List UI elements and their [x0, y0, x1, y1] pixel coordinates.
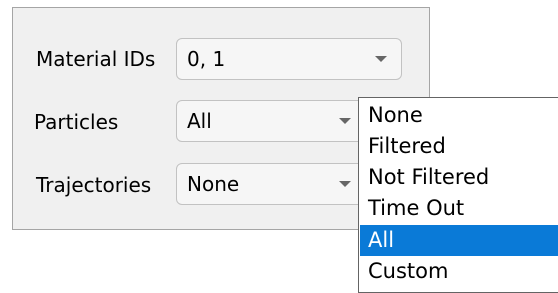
particles-value: All — [187, 109, 212, 133]
dropdown-option-not-filtered[interactable]: Not Filtered — [360, 162, 558, 193]
material-ids-combobox[interactable]: 0, 1 — [176, 38, 402, 80]
trajectories-combobox[interactable]: None — [176, 163, 366, 205]
particles-label: Particles — [34, 110, 119, 134]
chevron-down-icon — [375, 56, 387, 62]
chevron-down-icon — [339, 118, 351, 124]
trajectories-value: None — [187, 172, 240, 196]
dropdown-option-filtered[interactable]: Filtered — [360, 131, 558, 162]
chevron-down-icon — [339, 181, 351, 187]
dropdown-option-none[interactable]: None — [360, 100, 558, 131]
particles-dropdown-list: None Filtered Not Filtered Time Out All … — [358, 97, 558, 293]
material-ids-value: 0, 1 — [187, 47, 226, 71]
material-ids-label: Material IDs — [36, 47, 156, 71]
dropdown-option-time-out[interactable]: Time Out — [360, 193, 558, 224]
dropdown-option-all[interactable]: All — [360, 225, 558, 256]
dropdown-option-custom[interactable]: Custom — [360, 256, 558, 287]
trajectories-label: Trajectories — [36, 173, 152, 197]
particles-combobox[interactable]: All — [176, 100, 366, 142]
